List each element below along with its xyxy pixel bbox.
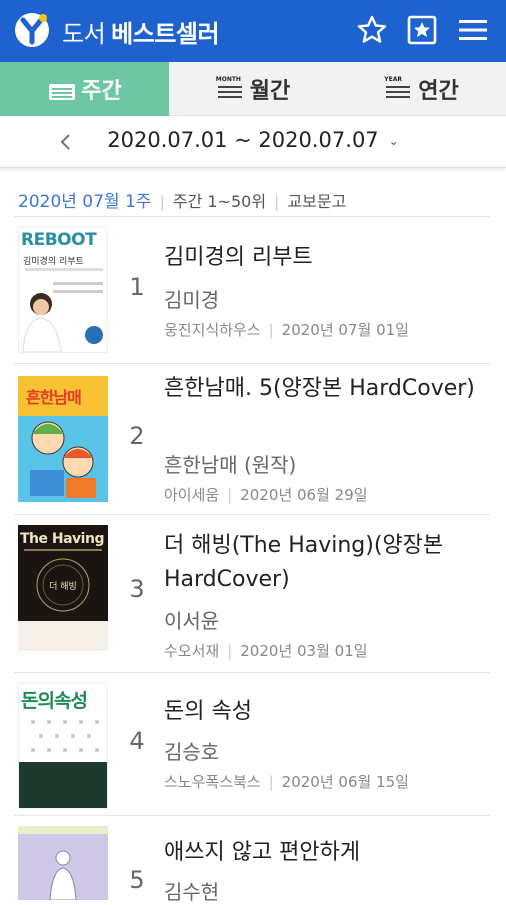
divider: | <box>268 321 274 339</box>
tab-weekly-label: 주간 <box>81 79 122 104</box>
book-cover-2[interactable]: 흔한남매 <box>18 376 108 502</box>
book-cover-3[interactable]: The Having 더 해빙 <box>18 525 108 651</box>
book-cover-1[interactable]: REBOOT 김미경의 리부트 <box>18 227 108 353</box>
title-category: 도서 <box>62 20 106 48</box>
star-icon[interactable] <box>356 14 388 46</box>
cover-title-text: REBOOT <box>21 230 97 250</box>
divider <box>14 514 490 515</box>
book-author: 김승호 <box>164 740 220 764</box>
divider: | <box>227 642 233 660</box>
book-rank: 2 <box>129 422 145 450</box>
book-publisher: 웅진지식하우스 <box>164 321 261 339</box>
yes24-logo-icon[interactable] <box>14 12 50 48</box>
pattern-icon <box>31 720 99 752</box>
tab-yearly[interactable]: YEAR 연간 <box>337 62 506 116</box>
book-publisher: 수오서재 <box>164 642 220 660</box>
bookmark-star-icon[interactable] <box>406 14 438 46</box>
book-title[interactable]: 애쓰지 않고 편안하게 <box>164 836 494 870</box>
book-publisher: 아이세움 <box>164 486 220 504</box>
book-title[interactable]: 더 해빙(The Having)(양장본 HardCover) <box>164 529 494 597</box>
book-date: 2020년 03월 01일 <box>240 642 368 660</box>
menu-icon[interactable] <box>457 14 489 46</box>
title-main: 베스트셀러 <box>111 20 220 48</box>
illustration-icon <box>49 850 77 900</box>
cover-subtitle-text: 더 해빙 <box>49 582 77 592</box>
book-author: 흔한남매 (원작) <box>164 453 297 477</box>
tab-monthly-caption: MONTH <box>215 76 241 83</box>
book-rank: 4 <box>129 727 145 755</box>
weekly-list-icon <box>47 76 77 102</box>
book-date: 2020년 06월 15일 <box>281 773 409 791</box>
tab-monthly-label: 월간 <box>249 79 291 104</box>
book-publish-info: 아이세움 | 2020년 06월 29일 <box>164 484 368 505</box>
book-publish-info: 수오서재 | 2020년 03월 01일 <box>164 640 368 661</box>
book-rank: 5 <box>129 866 145 894</box>
ranking-source: 교보문고 <box>287 192 347 211</box>
cover-subtitle-text: 김미경의 리부트 <box>23 257 84 267</box>
period-tabs: 주간 MONTH 월간 YEAR 연간 <box>0 62 506 116</box>
monthly-list-icon: MONTH <box>216 76 246 102</box>
tab-yearly-label: 연간 <box>418 79 459 104</box>
divider: | <box>268 773 274 791</box>
book-title[interactable]: 김미경의 리부트 <box>164 241 494 275</box>
cover-title-text: The Having <box>20 531 104 547</box>
book-author: 김미경 <box>164 288 220 312</box>
book-publish-info: 웅진지식하우스 | 2020년 07월 01일 <box>164 319 409 340</box>
book-date: 2020년 07월 01일 <box>281 321 409 339</box>
divider: | <box>227 486 233 504</box>
divider <box>14 672 490 673</box>
divider <box>14 363 490 364</box>
chevron-down-icon: ⌄ <box>388 134 399 148</box>
ranking-scope: 주간 1~50위 <box>172 192 267 211</box>
divider <box>14 815 490 816</box>
book-title[interactable]: 흔한남매. 5(양장본 HardCover) <box>164 372 494 406</box>
book-cover-4[interactable]: 돈의속성 <box>18 683 108 809</box>
cover-title-text: 돈의속성 <box>21 690 88 712</box>
divider: | <box>159 192 165 211</box>
book-rank: 3 <box>129 575 145 603</box>
ranking-meta: 2020년 07월 1주 | 주간 1~50위 | 교보문고 <box>18 187 346 212</box>
book-author: 이서윤 <box>164 609 220 633</box>
ranking-week: 2020년 07월 1주 <box>18 192 152 212</box>
date-range-dropdown[interactable]: 2020.07.01 ~ 2020.07.07 ⌄ <box>0 128 506 152</box>
book-title[interactable]: 돈의 속성 <box>164 695 494 729</box>
author-portrait-icon <box>22 293 62 352</box>
cartoon-characters-icon <box>30 421 96 498</box>
page-title: 도서 베스트셀러 <box>62 14 220 49</box>
tab-yearly-caption: YEAR <box>384 76 402 83</box>
book-date: 2020년 06월 29일 <box>240 486 368 504</box>
book-cover-5[interactable] <box>18 826 108 900</box>
book-publish-info: 스노우폭스북스 | 2020년 06월 15일 <box>164 771 409 792</box>
book-rank: 1 <box>129 273 145 301</box>
book-publisher: 스노우폭스북스 <box>164 773 261 791</box>
divider <box>14 216 490 217</box>
book-author: 김수현 <box>164 880 220 904</box>
app-header: 도서 베스트셀러 <box>0 0 506 62</box>
date-selector: 2020.07.01 ~ 2020.07.07 ⌄ <box>0 116 506 168</box>
cover-title-text: 흔한남매 <box>26 388 82 407</box>
tab-monthly[interactable]: MONTH 월간 <box>169 62 337 116</box>
date-range-text: 2020.07.01 ~ 2020.07.07 <box>107 128 379 152</box>
divider: | <box>274 192 280 211</box>
tab-weekly[interactable]: 주간 <box>0 62 169 116</box>
yearly-list-icon: YEAR <box>384 76 414 102</box>
